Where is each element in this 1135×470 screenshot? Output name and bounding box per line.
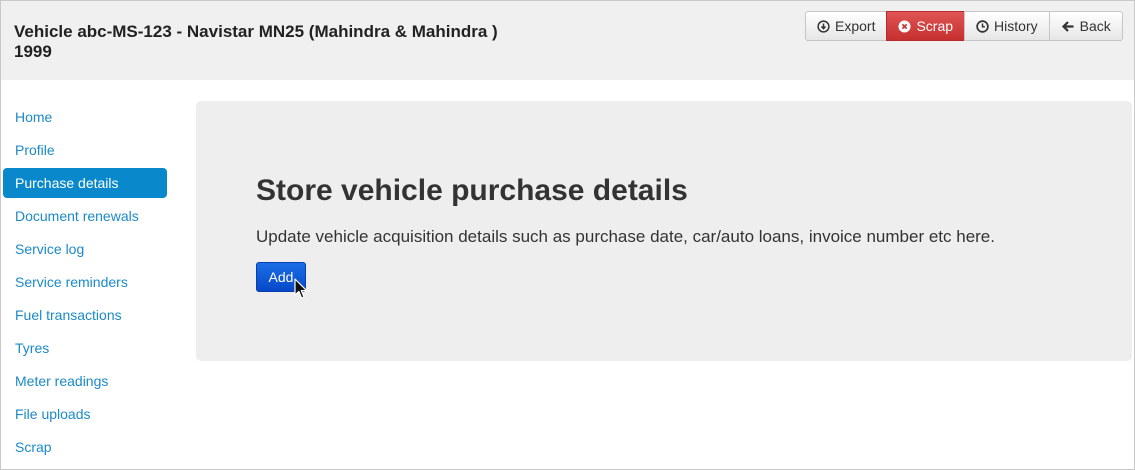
empty-state-heading: Store vehicle purchase details — [256, 174, 688, 207]
clock-icon — [976, 19, 989, 33]
sidebar-item-service-reminders[interactable]: Service reminders — [3, 267, 167, 297]
arrow-left-icon — [1061, 20, 1075, 33]
sidebar-item-file-uploads[interactable]: File uploads — [3, 399, 167, 429]
sidebar-item-document-renewals[interactable]: Document renewals — [3, 201, 167, 231]
title-line-vehicle: Vehicle abc-MS-123 - Navistar MN25 (Mahi… — [14, 22, 498, 41]
title-line-year: 1999 — [14, 42, 52, 61]
sidebar-item-fuel-transactions[interactable]: Fuel transactions — [3, 300, 167, 330]
back-label: Back — [1079, 18, 1111, 34]
empty-state-description: Update vehicle acquisition details such … — [256, 227, 995, 246]
sidebar-item-service-log[interactable]: Service log — [3, 234, 167, 264]
scrap-label: Scrap — [916, 18, 954, 34]
close-circle-icon — [898, 19, 912, 33]
sidebar-item-purchase-details[interactable]: Purchase details — [3, 168, 167, 198]
sidebar-item-home[interactable]: Home — [3, 102, 167, 132]
export-label: Export — [835, 18, 876, 34]
sidebar-item-profile[interactable]: Profile — [3, 135, 167, 165]
mouse-pointer-icon — [294, 278, 308, 305]
empty-state-panel: Store vehicle purchase details Update ve… — [196, 101, 1132, 361]
sidebar-item-meter-readings[interactable]: Meter readings — [3, 366, 167, 396]
export-button[interactable]: Export — [805, 11, 888, 41]
scrap-button[interactable]: Scrap — [886, 11, 966, 41]
history-button[interactable]: History — [964, 11, 1050, 41]
page-title: Vehicle abc-MS-123 - Navistar MN25 (Mahi… — [14, 22, 574, 62]
sidebar-nav: Home Profile Purchase details Document r… — [3, 102, 167, 465]
sidebar-item-tyres[interactable]: Tyres — [3, 333, 167, 363]
header-button-group: Export Scrap History Back — [805, 11, 1123, 41]
sidebar-item-scrap[interactable]: Scrap — [3, 432, 167, 462]
history-label: History — [994, 18, 1038, 34]
download-icon — [817, 19, 830, 33]
back-button[interactable]: Back — [1048, 11, 1123, 41]
